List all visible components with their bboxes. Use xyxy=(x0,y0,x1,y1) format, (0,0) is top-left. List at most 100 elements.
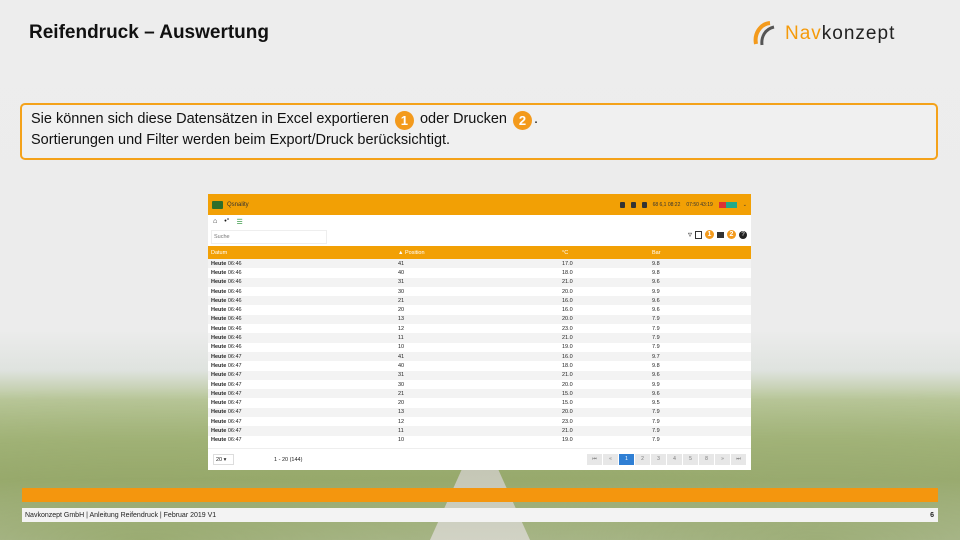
table-row[interactable]: Heute 06:47 10 19.0 7.9 xyxy=(208,436,751,445)
cell-position: 20 xyxy=(398,400,405,407)
table-row[interactable]: Heute 06:46 21 16.0 9.6 xyxy=(208,296,751,306)
home-icon[interactable]: ⌂ xyxy=(213,218,217,225)
cell-temperature: 21.0 xyxy=(562,372,573,379)
cell-temperature: 18.0 xyxy=(562,362,573,369)
cell-position: 41 xyxy=(398,353,405,360)
cell-temperature: 20.0 xyxy=(562,288,573,295)
page-button[interactable]: ⏭ xyxy=(731,454,746,465)
app-screenshot: Qsnality 68 6,1 08:22 07:50 43:19 ⌄ ⌂ •°… xyxy=(208,194,751,470)
table-row[interactable]: Heute 06:47 31 21.0 9.6 xyxy=(208,370,751,380)
tool-badge-2: 2 xyxy=(727,230,736,239)
table-row[interactable]: Heute 06:47 41 16.0 9.7 xyxy=(208,351,751,362)
cell-position: 12 xyxy=(398,418,405,425)
page-button[interactable]: ⏮ xyxy=(587,454,602,465)
cell-position: 10 xyxy=(398,344,405,351)
info-text-print: oder Drucken xyxy=(419,111,507,127)
table-row[interactable]: Heute 06:46 31 21.0 9.6 xyxy=(208,277,751,287)
cell-date: Heute 06:47 xyxy=(211,409,242,416)
page-button[interactable]: 8 xyxy=(699,454,714,465)
cell-bar: 7.9 xyxy=(652,418,660,425)
topbar-status: 68 6,1 08:22 07:50 43:19 ⌄ xyxy=(619,201,747,208)
cell-date: Heute 06:47 xyxy=(211,400,242,407)
phone-icon xyxy=(619,201,625,208)
page-button[interactable]: 5 xyxy=(683,454,698,465)
cell-bar: 7.9 xyxy=(652,335,660,342)
cell-position: 30 xyxy=(398,288,405,295)
cell-date: Heute 06:46 xyxy=(211,297,242,304)
route-icon[interactable]: •° xyxy=(224,218,229,225)
help-icon[interactable]: ? xyxy=(739,230,747,239)
table-row[interactable]: Heute 06:46 12 23.0 7.9 xyxy=(208,324,751,333)
cell-temperature: 23.0 xyxy=(562,325,573,332)
cell-date: Heute 06:46 xyxy=(211,325,242,332)
vehicle-label: Qsnality xyxy=(227,201,249,208)
status-values: 68 6,1 08:22 xyxy=(652,201,681,208)
table-row[interactable]: Heute 06:46 11 21.0 7.9 xyxy=(208,333,751,343)
cell-position: 21 xyxy=(398,297,405,304)
logo-swirl-icon xyxy=(753,21,775,46)
cell-date: Heute 06:47 xyxy=(211,427,242,434)
cell-bar: 7.9 xyxy=(652,427,660,434)
table-body: Heute 06:46 41 17.0 9.8 Heute 06:46 40 18.0 9.8… xyxy=(208,259,751,445)
table-row[interactable]: Heute 06:47 11 21.0 7.9 xyxy=(208,426,751,436)
page-button[interactable]: » xyxy=(715,454,730,465)
table-row[interactable]: Heute 06:47 30 20.0 9.9 xyxy=(208,380,751,389)
cell-date: Heute 06:46 xyxy=(211,335,242,342)
cell-date: Heute 06:47 xyxy=(211,418,242,425)
column-header-temperature[interactable]: °C xyxy=(562,250,652,256)
table-row[interactable]: Heute 06:46 20 16.0 9.6 xyxy=(208,305,751,314)
page-buttons: ⏮ «1 2 3 4 5 8» ⏭ xyxy=(587,454,746,465)
column-header-position[interactable]: ▲ Position xyxy=(398,250,562,256)
info-line-1: Sie können sich diese Datensätzen in Exc… xyxy=(31,109,927,130)
cell-position: 21 xyxy=(398,390,405,397)
cell-position: 31 xyxy=(398,372,405,379)
table-row[interactable]: Heute 06:47 40 18.0 9.8 xyxy=(208,361,751,370)
info-box: Sie können sich diese Datensätzen in Exc… xyxy=(20,103,938,160)
document-icon xyxy=(641,201,647,208)
table-row[interactable]: Heute 06:47 13 20.0 7.9 xyxy=(208,407,751,418)
cell-date: Heute 06:46 xyxy=(211,316,242,323)
page-size-select[interactable]: 20 ▾ xyxy=(213,454,234,465)
page-button[interactable]: 4 xyxy=(667,454,682,465)
table-row[interactable]: Heute 06:46 10 19.0 7.9 xyxy=(208,343,751,352)
table-row[interactable]: Heute 06:46 40 18.0 9.8 xyxy=(208,268,751,277)
cell-position: 31 xyxy=(398,279,405,286)
cell-bar: 9.6 xyxy=(652,297,660,304)
cell-temperature: 20.0 xyxy=(562,381,573,388)
table-row[interactable]: Heute 06:46 41 17.0 9.8 xyxy=(208,259,751,269)
cell-temperature: 16.0 xyxy=(562,353,573,360)
cell-position: 13 xyxy=(398,409,405,416)
cell-bar: 9.6 xyxy=(652,307,660,314)
print-icon[interactable] xyxy=(717,231,724,238)
cell-date: Heute 06:47 xyxy=(211,353,242,360)
truck-icon xyxy=(212,200,223,209)
column-header-date[interactable]: Datum xyxy=(208,250,398,256)
cell-bar: 9.6 xyxy=(652,390,660,397)
cell-bar: 9.8 xyxy=(652,269,660,276)
cell-bar: 7.9 xyxy=(652,437,660,444)
table-row[interactable]: Heute 06:46 30 20.0 9.9 xyxy=(208,287,751,296)
footer-accent-bar xyxy=(22,488,938,502)
cell-temperature: 19.0 xyxy=(562,437,573,444)
cell-bar: 9.8 xyxy=(652,362,660,369)
table-row[interactable]: Heute 06:47 12 23.0 7.9 xyxy=(208,417,751,426)
cell-date: Heute 06:46 xyxy=(211,260,242,267)
list-icon[interactable]: ☰ xyxy=(236,218,242,226)
cell-position: 13 xyxy=(398,316,405,323)
cell-bar: 9.6 xyxy=(652,279,660,286)
page-button[interactable]: 3 xyxy=(651,454,666,465)
page-button[interactable]: 2 xyxy=(635,454,650,465)
number-badge-1: 1 xyxy=(394,111,414,130)
table-row[interactable]: Heute 06:46 13 20.0 7.9 xyxy=(208,314,751,325)
page-button[interactable]: 1 xyxy=(619,454,634,465)
column-header-bar[interactable]: Bar xyxy=(652,250,751,256)
table-row[interactable]: Heute 06:47 21 15.0 9.6 xyxy=(208,389,751,399)
chevron-down-icon[interactable]: ⌄ xyxy=(743,202,747,208)
cell-position: 20 xyxy=(398,307,405,314)
excel-export-icon[interactable] xyxy=(695,230,702,239)
search-input[interactable] xyxy=(211,230,327,244)
filter-icon[interactable]: ▿ xyxy=(688,230,692,239)
table-row[interactable]: Heute 06:47 20 15.0 9.5 xyxy=(208,398,751,407)
cell-temperature: 21.0 xyxy=(562,335,573,342)
page-button[interactable]: « xyxy=(603,454,618,465)
